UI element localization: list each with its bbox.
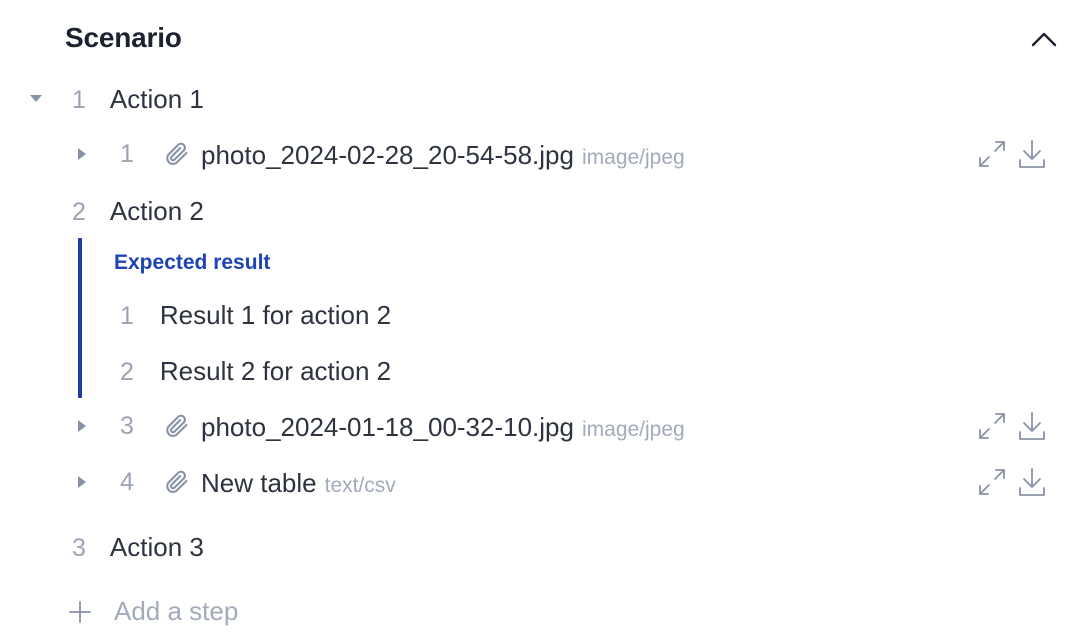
download-button[interactable] (1017, 467, 1047, 497)
expected-result-heading: Expected result (114, 251, 271, 274)
paperclip-icon (162, 468, 190, 501)
attachment-row[interactable]: photo_2024-01-18_00-32-10.jpg image/jpeg (201, 412, 685, 443)
attachment-type: text/csv (324, 474, 396, 497)
triangle-right-icon (78, 148, 86, 160)
attachment-type: image/jpeg (581, 146, 685, 169)
plus-icon (69, 600, 91, 623)
step-label[interactable]: Action 1 (110, 84, 204, 115)
attachment-name[interactable]: photo_2024-01-18_00-32-10.jpg (201, 412, 574, 443)
attachment-name[interactable]: New table (201, 468, 317, 499)
expected-result-bar (78, 238, 82, 398)
attachment-number: 4 (120, 468, 134, 496)
expected-result-item[interactable]: 2 Result 2 for action 2 (120, 356, 391, 387)
collapse-section-button[interactable] (1028, 28, 1060, 52)
attachment-number: 1 (120, 140, 134, 168)
triangle-down-icon (30, 95, 42, 102)
step-row[interactable]: 1 Action 1 (72, 84, 204, 115)
expand-icon (979, 413, 1005, 439)
attachment-number: 3 (120, 412, 134, 440)
section-title: Scenario (65, 22, 182, 53)
step-1-toggle[interactable] (29, 92, 43, 111)
step-number: 1 (72, 86, 86, 114)
step-label[interactable]: Action 2 (110, 196, 204, 227)
download-icon (1019, 140, 1045, 168)
step-number: 2 (72, 198, 86, 226)
result-number: 1 (120, 302, 134, 330)
result-number: 2 (120, 358, 134, 386)
attachment-3-toggle[interactable] (75, 419, 89, 438)
triangle-right-icon (78, 476, 86, 488)
expand-button[interactable] (977, 411, 1007, 441)
chevron-up-icon (1031, 32, 1057, 47)
download-icon (1019, 468, 1045, 496)
triangle-right-icon (78, 420, 86, 432)
result-text[interactable]: Result 1 for action 2 (160, 300, 391, 331)
step-number: 3 (72, 534, 86, 562)
step-row[interactable]: 2 Action 2 (72, 196, 204, 227)
attachment-1-toggle[interactable] (75, 147, 89, 166)
add-step-label[interactable]: Add a step (114, 596, 238, 627)
add-step-button[interactable]: Add a step (68, 596, 238, 627)
expand-button[interactable] (977, 139, 1007, 169)
expand-icon (979, 469, 1005, 495)
expected-result-item[interactable]: 1 Result 1 for action 2 (120, 300, 391, 331)
step-label[interactable]: Action 3 (110, 532, 204, 563)
paperclip-icon (162, 412, 190, 445)
download-button[interactable] (1017, 139, 1047, 169)
attachment-name[interactable]: photo_2024-02-28_20-54-58.jpg (201, 140, 574, 171)
paperclip-icon (162, 140, 190, 173)
attachment-type: image/jpeg (581, 418, 685, 441)
attachment-row[interactable]: New table text/csv (201, 468, 396, 499)
attachment-row[interactable]: photo_2024-02-28_20-54-58.jpg image/jpeg (201, 140, 685, 171)
expand-button[interactable] (977, 467, 1007, 497)
download-icon (1019, 412, 1045, 440)
step-row[interactable]: 3 Action 3 (72, 532, 204, 563)
expand-icon (979, 141, 1005, 167)
download-button[interactable] (1017, 411, 1047, 441)
result-text[interactable]: Result 2 for action 2 (160, 356, 391, 387)
attachment-4-toggle[interactable] (75, 475, 89, 494)
